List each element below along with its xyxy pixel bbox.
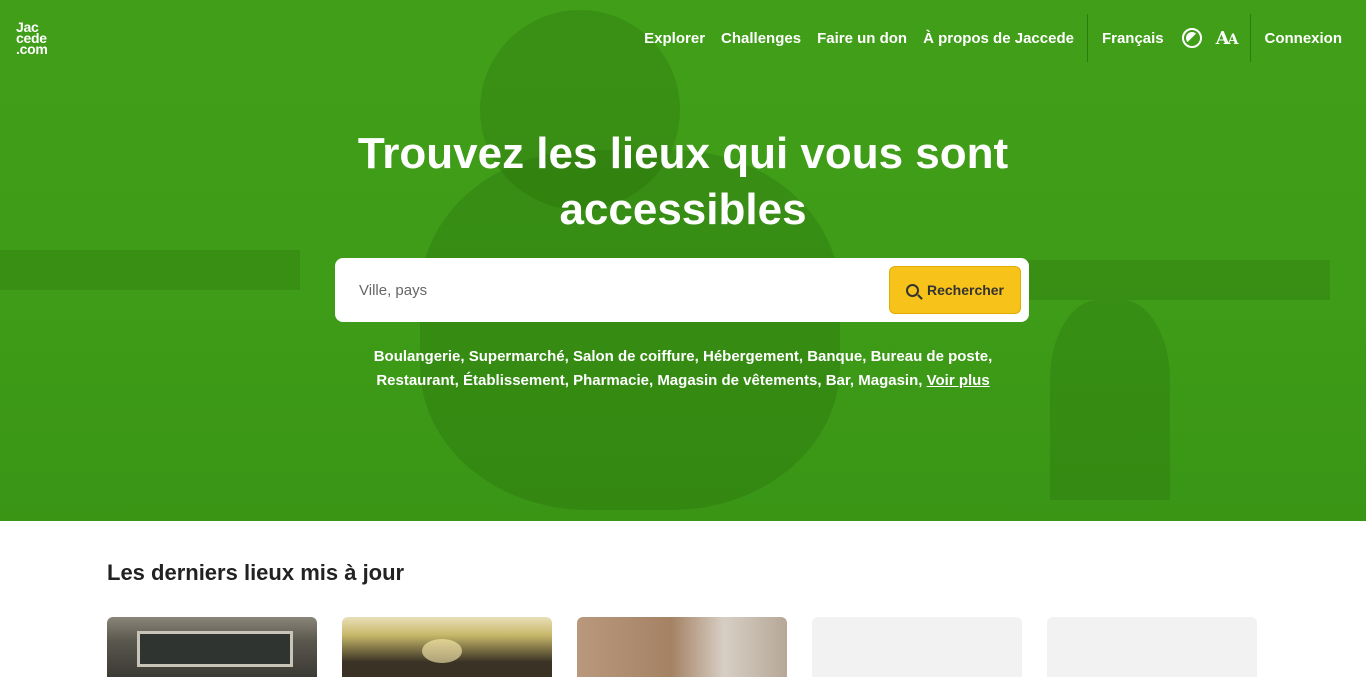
- search-button-label: Rechercher: [926, 282, 1005, 298]
- nav-challenges[interactable]: Challenges: [721, 30, 801, 47]
- category-link[interactable]: Bar: [826, 372, 850, 389]
- hero-title-text: Trouvez les lieux qui vous sont accessib…: [357, 129, 1009, 234]
- login-link[interactable]: Connexion: [1265, 30, 1343, 47]
- category-link[interactable]: Banque: [807, 348, 862, 365]
- category-link[interactable]: Bureau de poste: [871, 348, 989, 365]
- search-button[interactable]: Rechercher: [889, 266, 1021, 314]
- search-bar: Rechercher: [335, 258, 1029, 322]
- nav-donate[interactable]: Faire un don: [817, 30, 907, 47]
- category-line-2: Restaurant, Établissement, Pharmacie, Ma…: [376, 372, 990, 389]
- place-card-placeholder[interactable]: [1047, 617, 1257, 677]
- nav-divider: [1086, 14, 1088, 62]
- category-link[interactable]: Restaurant: [376, 372, 454, 389]
- font-size-icon[interactable]: AA: [1216, 28, 1239, 49]
- main-nav: Explorer Challenges Faire un don À propo…: [628, 14, 1342, 62]
- hero-title: Trouvez les lieux qui vous sont accessib…: [0, 126, 1366, 238]
- place-card[interactable]: [107, 617, 317, 677]
- site-logo[interactable]: Jac cede .com: [16, 20, 48, 57]
- category-link[interactable]: Salon de coiffure: [573, 348, 695, 365]
- category-link[interactable]: Boulangerie: [374, 348, 461, 365]
- category-link[interactable]: Magasin: [858, 372, 918, 389]
- contrast-icon[interactable]: [1181, 28, 1202, 48]
- nav-divider: [1249, 14, 1251, 62]
- category-link[interactable]: Magasin de vêtements: [657, 372, 817, 389]
- search-icon: [905, 283, 919, 297]
- category-link[interactable]: Établissement: [463, 372, 565, 389]
- category-link[interactable]: Hébergement: [703, 348, 799, 365]
- latest-places-title: Les derniers lieux mis à jour: [107, 560, 405, 585]
- place-card[interactable]: [342, 617, 552, 677]
- language-selector[interactable]: Français: [1102, 30, 1164, 47]
- category-line-1: Boulangerie, Supermarché, Salon de coiff…: [373, 348, 993, 365]
- logo-line-3: .com: [16, 41, 48, 57]
- category-link[interactable]: Pharmacie: [573, 372, 649, 389]
- place-card[interactable]: [577, 617, 787, 677]
- place-card-placeholder[interactable]: [812, 617, 1022, 677]
- hero-banner: Jac cede .com Explorer Challenges Faire …: [0, 0, 1366, 521]
- latest-places-list: [107, 617, 1282, 677]
- category-link[interactable]: Supermarché: [469, 348, 565, 365]
- nav-explorer[interactable]: Explorer: [644, 30, 705, 47]
- nav-about[interactable]: À propos de Jaccede: [923, 30, 1074, 47]
- category-shortcuts: Boulangerie, Supermarché, Salon de coiff…: [0, 345, 1366, 393]
- see-more-link[interactable]: Voir plus: [927, 372, 990, 389]
- location-search-input[interactable]: [335, 258, 889, 322]
